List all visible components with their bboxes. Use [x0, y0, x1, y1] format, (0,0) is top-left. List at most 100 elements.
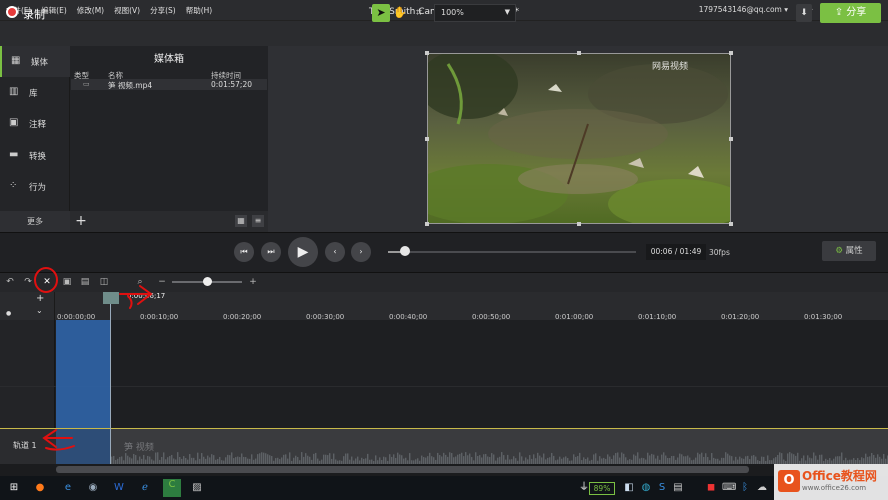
menu-share[interactable]: 分享(S): [150, 5, 176, 16]
waveform-bar: [503, 455, 505, 464]
record-button[interactable]: 录制: [23, 6, 45, 22]
video-clip[interactable]: [111, 429, 888, 464]
download-icon[interactable]: ⬇: [796, 4, 812, 22]
menu-help[interactable]: 帮助(H): [186, 5, 213, 16]
menu-modify[interactable]: 修改(M): [77, 5, 104, 16]
edge-icon[interactable]: e: [62, 482, 74, 494]
hand-tool-icon[interactable]: ✋: [391, 4, 409, 22]
tray-icon[interactable]: S: [656, 482, 668, 494]
play-icon[interactable]: ▶: [288, 237, 318, 267]
waveform-bar: [661, 454, 663, 464]
resize-handle[interactable]: [577, 51, 581, 55]
word-icon[interactable]: W: [113, 482, 125, 494]
share-button[interactable]: ⇪ 分享: [820, 3, 881, 23]
bluetooth-icon[interactable]: ᛒ: [739, 482, 751, 494]
redo-icon[interactable]: ↷: [22, 276, 34, 288]
resize-handle[interactable]: [729, 51, 733, 55]
waveform-bar: [483, 454, 485, 464]
app-icon[interactable]: ◉: [87, 482, 99, 494]
cut-icon[interactable]: ✕: [41, 276, 53, 288]
copy-icon[interactable]: ▣: [61, 276, 73, 288]
waveform-bar: [219, 456, 221, 464]
step-back-icon[interactable]: ⏮: [234, 242, 254, 262]
media-row[interactable]: ▭ 笋 视频.mp4 0:01:57;20: [71, 79, 267, 90]
waveform-bar: [565, 456, 567, 464]
resize-handle[interactable]: [577, 222, 581, 226]
waveform-bar: [459, 453, 461, 464]
zoom-select[interactable]: 100% ▼: [434, 4, 516, 22]
audio-waveform: [111, 452, 888, 464]
pointer-tool-icon[interactable]: ➤: [372, 4, 390, 22]
menu-view[interactable]: 视图(V): [114, 5, 140, 16]
timeline-zoom-handle[interactable]: [203, 277, 212, 286]
grid-view-icon[interactable]: ▦: [235, 215, 247, 227]
nav-item-annotations[interactable]: ▣ 注释: [0, 108, 70, 139]
resize-handle[interactable]: [425, 222, 429, 226]
properties-button[interactable]: ⚙ 属性: [822, 241, 876, 261]
media-bin-title: 媒体箱: [154, 54, 184, 65]
step-forward-icon[interactable]: ⏭: [261, 242, 281, 262]
waveform-bar: [333, 453, 335, 464]
chevron-down-icon[interactable]: ⌄: [36, 306, 43, 315]
undo-icon[interactable]: ↶: [4, 276, 16, 288]
brand-title: Office教程网: [802, 469, 877, 483]
tray-icon[interactable]: ◧: [623, 482, 635, 494]
waveform-bar: [427, 456, 429, 464]
paste-icon[interactable]: ▤: [79, 276, 91, 288]
waveform-bar: [113, 455, 115, 464]
waveform-bar: [471, 457, 473, 464]
cloud-icon[interactable]: ☁: [756, 482, 768, 494]
waveform-bar: [285, 454, 287, 464]
nav-item-behaviors[interactable]: ⁘ 行为: [0, 171, 70, 202]
tray-icon[interactable]: ⌨: [722, 482, 736, 494]
waveform-bar: [147, 455, 149, 464]
waveform-bar: [793, 454, 795, 464]
more-button[interactable]: 更多: [0, 211, 70, 232]
waveform-bar: [121, 456, 123, 464]
nav-item-media[interactable]: ▦ 媒体: [0, 46, 70, 77]
office-logo-icon: O: [778, 470, 800, 492]
playhead-time: 0:00:06;17: [127, 292, 166, 300]
resize-handle[interactable]: [729, 137, 733, 141]
next-clip-icon[interactable]: ›: [351, 242, 371, 262]
ie-icon[interactable]: ℯ: [139, 482, 151, 494]
zoom-search-icon[interactable]: ⌕: [134, 276, 146, 288]
playhead[interactable]: [103, 292, 119, 304]
tray-icon[interactable]: ◍: [640, 482, 652, 494]
photos-icon[interactable]: ▨: [191, 482, 203, 494]
waveform-bar: [207, 455, 209, 464]
firefox-icon[interactable]: ●: [34, 482, 46, 494]
split-icon[interactable]: ◫: [98, 276, 110, 288]
tray-icon[interactable]: ▤: [672, 482, 684, 494]
previous-clip-icon[interactable]: ‹: [325, 242, 345, 262]
nav-item-transitions[interactable]: ▬ 转换: [0, 140, 70, 171]
waveform-bar: [623, 453, 625, 464]
add-track-icon[interactable]: +: [36, 293, 44, 304]
battery-indicator[interactable]: 89%: [589, 482, 615, 495]
crop-tool-icon[interactable]: ⌗: [410, 4, 428, 22]
waveform-bar: [595, 453, 597, 464]
tray-icon[interactable]: ◼: [705, 482, 717, 494]
menu-edit[interactable]: 编辑(E): [41, 5, 67, 16]
waveform-bar: [725, 452, 727, 464]
record-icon[interactable]: [6, 6, 18, 18]
waveform-bar: [245, 457, 247, 464]
timeline-scrollbar[interactable]: [56, 466, 749, 473]
zoom-in-icon[interactable]: +: [247, 276, 259, 288]
resize-handle[interactable]: [425, 137, 429, 141]
waveform-bar: [537, 452, 539, 464]
waveform-bar: [699, 454, 701, 464]
scrub-handle[interactable]: [400, 246, 410, 256]
waveform-bar: [409, 453, 411, 464]
video-preview[interactable]: [427, 53, 731, 224]
resize-handle[interactable]: [425, 51, 429, 55]
account-menu[interactable]: 1797543146@qq.com ▾: [699, 5, 788, 14]
resize-handle[interactable]: [729, 222, 733, 226]
zoom-out-icon[interactable]: −: [156, 276, 168, 288]
camtasia-taskbar-icon[interactable]: C: [163, 479, 181, 497]
add-media-button[interactable]: +: [73, 213, 89, 229]
windows-start-icon[interactable]: ⊞: [8, 482, 20, 494]
list-view-icon[interactable]: ≡: [252, 215, 264, 227]
nav-item-library[interactable]: ▥ 库: [0, 77, 70, 108]
scrub-track[interactable]: [388, 251, 636, 253]
